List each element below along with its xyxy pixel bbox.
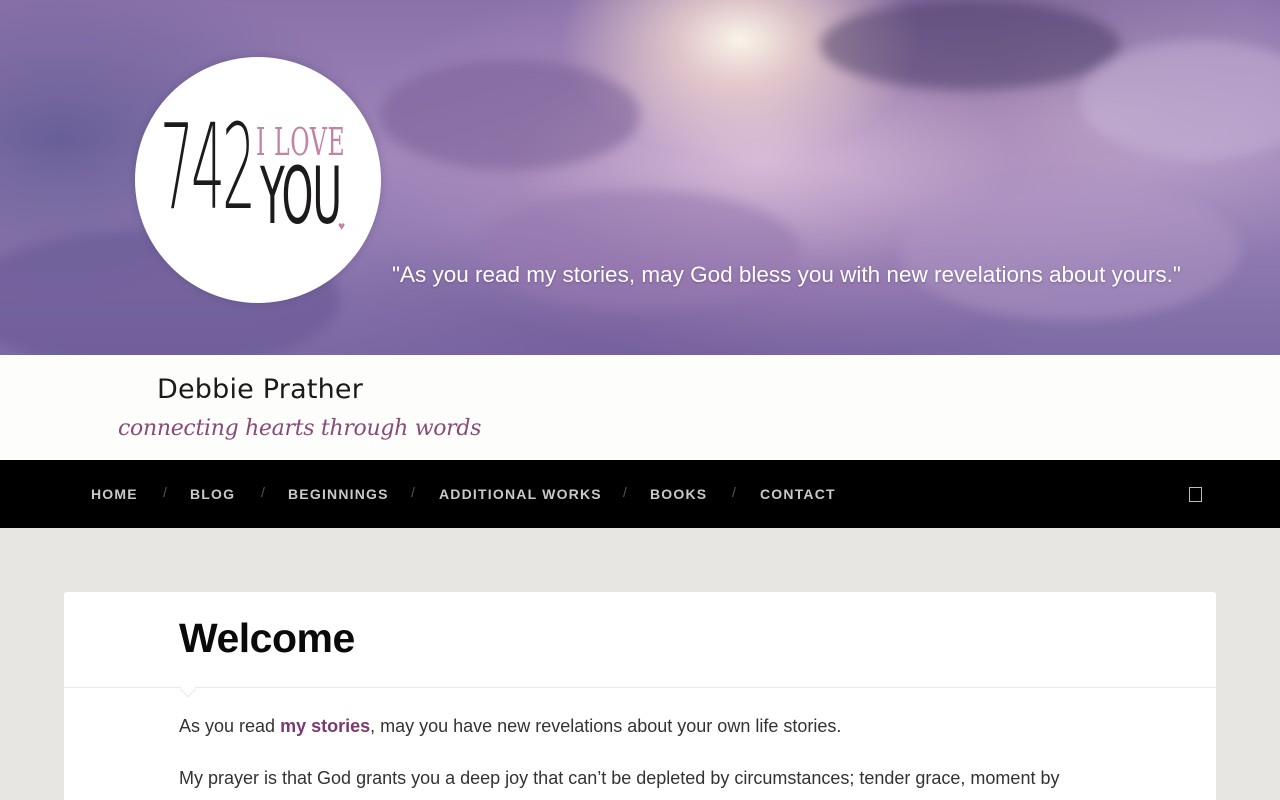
intro-text-after: , may you have new revelations about you…: [370, 716, 842, 736]
nav-item-home[interactable]: HOME: [91, 486, 138, 502]
nav-separator: /: [732, 484, 736, 500]
prayer-paragraph: My prayer is that God grants you a deep …: [179, 768, 1060, 788]
logo-bottom-line: YOU: [260, 152, 342, 242]
nav-separator: /: [163, 484, 167, 500]
page-title: Welcome: [179, 615, 355, 661]
nav-item-blog[interactable]: BLOG: [190, 486, 235, 502]
nav-item-beginnings[interactable]: BEGINNINGS: [288, 486, 389, 502]
nav-item-contact[interactable]: CONTACT: [760, 486, 836, 502]
cloud-shape: [900, 180, 1240, 320]
nav-item-books[interactable]: BOOKS: [650, 486, 707, 502]
cloud-shape: [480, 190, 800, 310]
nav-separator: /: [623, 484, 627, 500]
intro-text-before: As you read: [179, 716, 281, 736]
intro-paragraph: As you read my stories, may you have new…: [179, 716, 841, 737]
site-subtitle: connecting hearts through words: [118, 416, 482, 441]
cloud-shape: [820, 0, 1120, 90]
logo-number: 742: [160, 98, 256, 236]
cloud-shape: [380, 60, 640, 170]
nav-separator: /: [261, 484, 265, 500]
heart-icon: ♥: [338, 219, 346, 233]
header-tagline: "As you read my stories, may God bless y…: [392, 262, 1181, 287]
my-stories-link[interactable]: my stories: [280, 716, 370, 736]
nav-item-additional-works[interactable]: ADDITIONAL WORKS: [439, 486, 602, 502]
title-divider: [64, 687, 1216, 688]
site-title[interactable]: Debbie Prather: [157, 374, 363, 405]
nav-separator: /: [411, 484, 415, 500]
search-icon[interactable]: [1189, 487, 1202, 502]
site-identity: [0, 355, 1280, 460]
